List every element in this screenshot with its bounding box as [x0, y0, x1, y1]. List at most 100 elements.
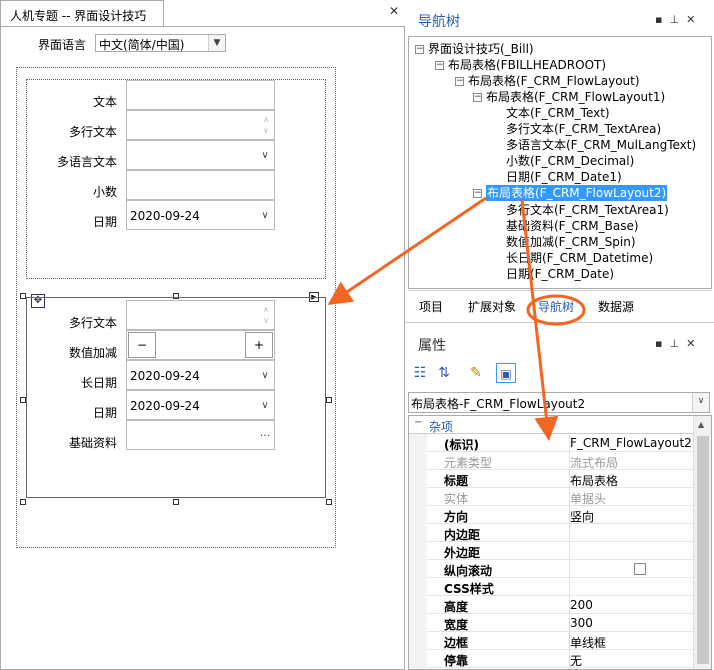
property-row[interactable]: 标题 布局表格 [427, 470, 693, 488]
flow-layout-1[interactable]: 文本 多行文本 ∧ ∨ 多语言文本 ∨ 小数 日期 2020-09-24 ∨ [26, 79, 326, 279]
property-grid: − 杂项 (标识) F_CRM_FlowLayout2 元素类型 流式布局 标题 布局… [408, 415, 712, 670]
tree-node[interactable]: 小数(F_CRM_Decimal) [506, 153, 634, 169]
property-row[interactable]: 宽度 300 [427, 614, 693, 632]
page-icon[interactable]: ▣ [496, 363, 516, 383]
lookup-button[interactable]: ··· [256, 421, 274, 449]
resize-handle[interactable] [326, 397, 332, 403]
scroll-thumb[interactable] [697, 436, 709, 664]
tree-node[interactable]: 多行文本(F_CRM_TextArea1) [506, 202, 669, 218]
edit-icon[interactable]: ✎ [466, 363, 486, 383]
tree-node[interactable]: 日期(F_CRM_Date) [506, 266, 614, 282]
chevron-down-icon[interactable]: ∨ [256, 141, 274, 169]
tree-node[interactable]: 多语言文本(F_CRM_MulLangText) [506, 137, 696, 153]
property-value[interactable]: 布局表格 [570, 472, 618, 489]
property-value[interactable]: 300 [570, 616, 593, 630]
resize-handle[interactable] [20, 499, 26, 505]
property-row[interactable]: 高度 200 [427, 596, 693, 614]
property-value: 流式布局 [570, 456, 619, 470]
pin-icon[interactable]: ⊥ [669, 13, 686, 26]
property-value[interactable]: F_CRM_FlowLayout2 [570, 436, 692, 450]
tree-node[interactable]: 布局表格(F_CRM_FlowLayout) [468, 73, 640, 89]
property-row[interactable]: 内边距 [427, 524, 693, 542]
tree-node[interactable]: 布局表格(FBILLHEADROOT) [448, 57, 606, 73]
close-icon[interactable]: ✕ [686, 337, 702, 350]
close-icon[interactable]: ✕ [686, 13, 702, 26]
chevron-down-icon[interactable]: ∨ [256, 391, 274, 419]
spin-input[interactable]: − + [126, 330, 275, 360]
tree-node[interactable]: 多行文本(F_CRM_TextArea) [506, 121, 661, 137]
tree-node[interactable]: 基础资料(F_CRM_Base) [506, 218, 639, 234]
dropdown-icon[interactable]: ▪ [655, 337, 669, 350]
date-input[interactable]: 2020-09-24 ∨ [126, 200, 275, 230]
property-row[interactable]: (标识) F_CRM_FlowLayout2 [427, 434, 693, 452]
textarea-input[interactable]: ∧ ∨ [126, 110, 275, 140]
chevron-down-icon[interactable]: ∨ [256, 201, 274, 229]
categorized-icon[interactable]: ☷ [410, 363, 430, 383]
property-row[interactable]: 方向 竖向 [427, 506, 693, 524]
grid-margin [409, 434, 427, 669]
collapse-toggle[interactable]: − [415, 45, 424, 54]
document-tab[interactable]: 人机专题 -- 界面设计技巧 [0, 0, 164, 27]
vertical-scroll-checkbox[interactable] [634, 563, 646, 575]
textarea-input[interactable]: ∧ ∨ [126, 300, 275, 330]
tree-node[interactable]: 文本(F_CRM_Text) [506, 105, 610, 121]
dropdown-icon[interactable]: ▪ [655, 13, 669, 26]
flow-layout-2[interactable]: 多行文本 ∧ ∨ 数值加减 − + 长日期 2020-09-24 ∨ 日期 202… [26, 297, 326, 498]
tree-node[interactable]: 界面设计技巧(_Bill) [428, 41, 534, 57]
property-row[interactable]: 元素类型 流式布局 [427, 452, 693, 470]
collapse-toggle[interactable]: − [455, 77, 464, 86]
document-tab-title: 人机专题 -- 界面设计技巧 [10, 9, 147, 23]
object-selector[interactable]: 布局表格-F_CRM_FlowLayout2 ∨ [408, 392, 710, 413]
collapse-icon[interactable]: − [414, 417, 422, 428]
scroll-arrows-icon: ∧ ∨ [263, 305, 269, 325]
language-select[interactable]: 中文(简体/中国) ▼ [95, 34, 226, 52]
close-icon[interactable]: ✕ [387, 4, 401, 18]
resize-handle[interactable] [173, 499, 179, 505]
resize-handle[interactable] [326, 499, 332, 505]
datetime-input[interactable]: 2020-09-24 ∨ [126, 360, 275, 390]
property-value[interactable]: 竖向 [570, 508, 594, 525]
property-row[interactable]: 纵向滚动 [427, 560, 693, 578]
spin-minus-button[interactable]: − [128, 332, 156, 358]
property-row[interactable]: 停靠 无 [427, 650, 693, 668]
sort-icon[interactable]: ⇅ [434, 363, 454, 383]
chevron-down-icon[interactable]: ▼ [208, 35, 225, 51]
property-row[interactable]: 实体 单据头 [427, 488, 693, 506]
date-value: 2020-09-24 [130, 399, 200, 413]
panel-controls: ▪⊥✕ [655, 13, 702, 26]
tree-node[interactable]: 日期(F_CRM_Date1) [506, 169, 622, 185]
property-row[interactable]: CSS样式 [427, 578, 693, 596]
tab-datasource[interactable]: 数据源 [598, 298, 634, 315]
text-input[interactable] [126, 80, 275, 110]
base-data-input[interactable]: ··· [126, 420, 275, 450]
scroll-up-icon[interactable]: ▲ [698, 420, 704, 429]
property-row[interactable]: 外边距 [427, 542, 693, 560]
chevron-down-icon[interactable]: ∨ [256, 361, 274, 389]
collapse-toggle[interactable]: − [473, 93, 482, 102]
tab-navigator[interactable]: 导航树 [538, 298, 574, 315]
collapse-toggle[interactable]: − [435, 61, 444, 70]
chevron-down-icon[interactable]: ∨ [692, 393, 709, 412]
language-value: 中文(简体/中国) [99, 38, 185, 52]
property-value[interactable]: 单线框 [570, 634, 606, 651]
property-row[interactable]: 边框 单线框 [427, 632, 693, 650]
pin-icon[interactable]: ⊥ [669, 337, 686, 350]
date-input[interactable]: 2020-09-24 ∨ [126, 390, 275, 420]
property-value[interactable]: 200 [570, 598, 593, 612]
spin-plus-button[interactable]: + [245, 332, 273, 358]
category-label: 杂项 [429, 420, 454, 434]
vertical-scrollbar[interactable]: ▲ [693, 416, 711, 669]
field-label: 多语言文本 [56, 155, 117, 169]
tab-project[interactable]: 项目 [419, 298, 443, 315]
property-value[interactable]: 无 [570, 652, 582, 669]
tree-node[interactable]: 数值加减(F_CRM_Spin) [506, 234, 636, 250]
tree-node-selected[interactable]: 布局表格(F_CRM_FlowLayout2) [486, 185, 668, 201]
property-name: 实体 [444, 492, 469, 506]
tree-node[interactable]: 布局表格(F_CRM_FlowLayout1) [486, 89, 665, 105]
collapse-toggle[interactable]: − [473, 189, 482, 198]
tree-node[interactable]: 长日期(F_CRM_Datetime) [506, 250, 653, 266]
decimal-input[interactable] [126, 170, 275, 200]
tab-extension[interactable]: 扩展对象 [468, 298, 516, 315]
multilang-input[interactable]: ∨ [126, 140, 275, 170]
category-header[interactable]: − 杂项 [409, 416, 693, 434]
